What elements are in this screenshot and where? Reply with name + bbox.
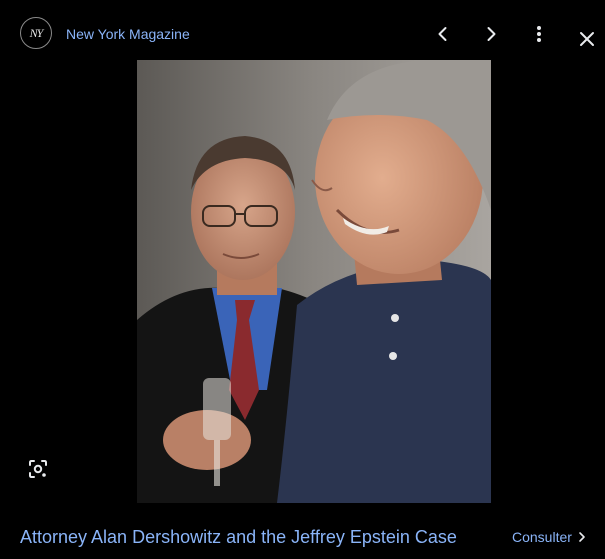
close-icon (580, 32, 594, 46)
lens-search-button[interactable] (24, 455, 52, 483)
photo-illustration (137, 60, 491, 503)
next-button[interactable] (477, 20, 505, 48)
image-viewer: NY New York Magazine Attorney Alan Dersh… (0, 0, 605, 559)
more-options-button[interactable] (525, 20, 553, 48)
visit-button[interactable]: Consulter (512, 529, 588, 545)
source-logo-text: NY (29, 25, 44, 40)
visit-label: Consulter (512, 529, 572, 545)
chevron-right-icon (487, 27, 496, 41)
previous-button[interactable] (429, 20, 457, 48)
image-title-link[interactable]: Attorney Alan Dershowitz and the Jeffrey… (20, 527, 457, 547)
source-name-link[interactable]: New York Magazine (66, 26, 190, 42)
close-button[interactable] (573, 25, 601, 53)
lens-search-icon (29, 460, 47, 478)
chevron-right-icon (579, 532, 585, 542)
chevron-left-icon (438, 27, 447, 41)
preview-image[interactable] (137, 60, 491, 503)
source-logo[interactable]: NY (20, 17, 52, 49)
more-vert-icon (537, 26, 541, 42)
